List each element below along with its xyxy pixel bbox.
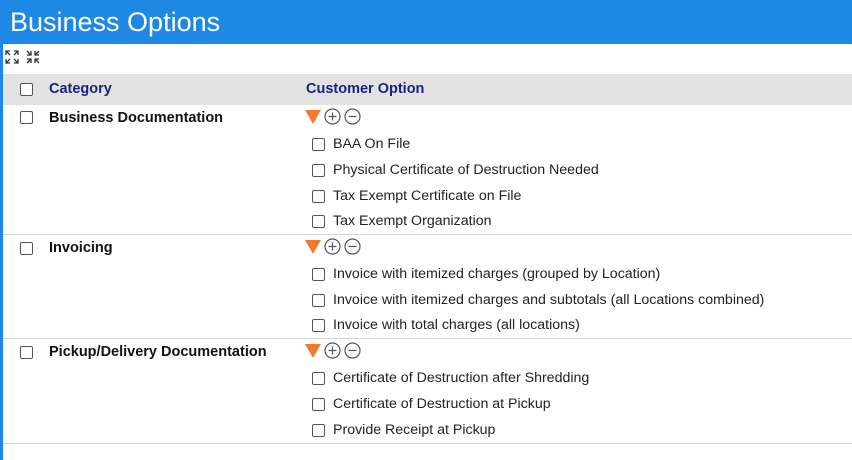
category-checkbox[interactable]: [20, 111, 33, 124]
expand-all-icon[interactable]: [5, 50, 19, 64]
option-label: BAA On File: [333, 136, 411, 152]
option-checkbox[interactable]: [312, 163, 325, 177]
expand-plus-icon[interactable]: [324, 238, 341, 260]
option-item: BAA On File: [312, 136, 410, 152]
option-checkbox[interactable]: [312, 423, 325, 437]
option-label: Invoice with itemized charges (grouped b…: [333, 266, 661, 282]
category-checkbox[interactable]: [20, 242, 33, 255]
table-header: Category Customer Option: [3, 74, 852, 105]
page-title: Business Options: [0, 0, 852, 44]
option-item: Invoice with itemized charges and subtot…: [312, 292, 764, 308]
collapse-triangle-icon[interactable]: [305, 239, 321, 259]
option-checkbox[interactable]: [312, 293, 325, 307]
collapse-all-icon[interactable]: [26, 50, 40, 64]
option-label: Certificate of Destruction after Shreddi…: [333, 370, 590, 386]
category-name: Invoicing: [49, 240, 113, 256]
collapse-minus-icon[interactable]: [344, 342, 361, 364]
option-item: Certificate of Destruction after Shreddi…: [312, 370, 589, 386]
option-checkbox[interactable]: [312, 267, 325, 281]
option-label: Invoice with itemized charges and subtot…: [333, 292, 765, 308]
category-controls: [305, 108, 361, 130]
category-name: Pickup/Delivery Documentation: [49, 344, 267, 360]
category-name: Business Documentation: [49, 110, 224, 126]
option-checkbox[interactable]: [312, 214, 325, 228]
option-label: Tax Exempt Organization: [333, 213, 492, 229]
option-label: Provide Receipt at Pickup: [333, 422, 496, 438]
option-label: Certificate of Destruction at Pickup: [333, 396, 551, 412]
customer-option-column-header: Customer Option: [306, 81, 425, 97]
option-checkbox[interactable]: [312, 371, 325, 385]
collapse-minus-icon[interactable]: [344, 238, 361, 260]
category-controls: [305, 342, 361, 364]
option-item: Certificate of Destruction at Pickup: [312, 396, 551, 412]
category-controls: [305, 238, 361, 260]
collapse-triangle-icon[interactable]: [305, 343, 321, 363]
option-checkbox[interactable]: [312, 397, 325, 411]
option-checkbox[interactable]: [312, 318, 325, 332]
category-row: Pickup/Delivery Documentation Certificat…: [3, 339, 852, 444]
options-table: Category Customer Option Business Docume…: [3, 74, 852, 444]
expand-plus-icon[interactable]: [324, 342, 341, 364]
select-all-checkbox[interactable]: [20, 83, 33, 96]
option-label: Tax Exempt Certificate on File: [333, 188, 522, 204]
collapse-minus-icon[interactable]: [344, 108, 361, 130]
option-label: Physical Certificate of Destruction Need…: [333, 162, 599, 178]
category-row: Business Documentation BAA On File Physi…: [3, 105, 852, 235]
category-column-header: Category: [49, 81, 112, 97]
category-checkbox[interactable]: [20, 346, 33, 359]
option-item: Physical Certificate of Destruction Need…: [312, 162, 599, 178]
option-item: Invoice with itemized charges (grouped b…: [312, 266, 660, 282]
option-item: Invoice with total charges (all location…: [312, 317, 580, 333]
option-checkbox[interactable]: [312, 189, 325, 203]
option-checkbox[interactable]: [312, 137, 325, 151]
option-item: Provide Receipt at Pickup: [312, 422, 495, 438]
expand-plus-icon[interactable]: [324, 108, 341, 130]
option-label: Invoice with total charges (all location…: [333, 317, 580, 333]
category-row: Invoicing Invoice with itemized charges …: [3, 235, 852, 339]
option-item: Tax Exempt Organization: [312, 213, 492, 229]
toolbar: [5, 49, 40, 65]
collapse-triangle-icon[interactable]: [305, 109, 321, 129]
option-item: Tax Exempt Certificate on File: [312, 188, 521, 204]
